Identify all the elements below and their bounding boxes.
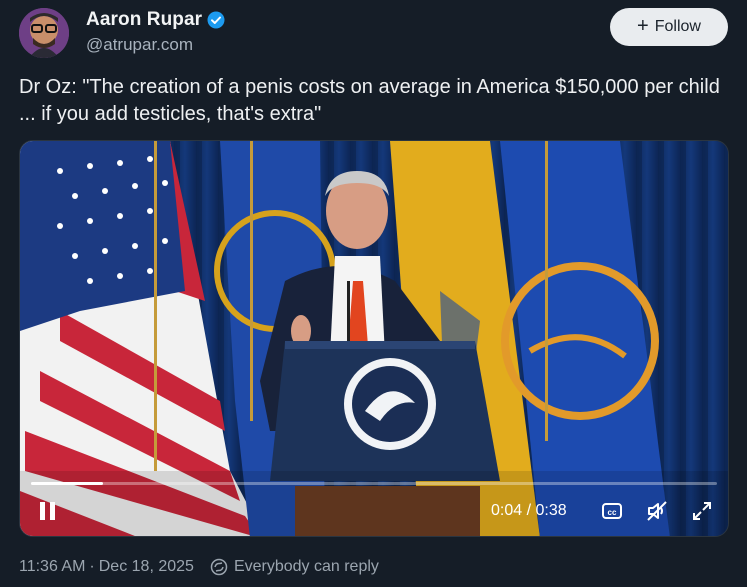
author-display-name[interactable]: Aaron Rupar xyxy=(86,9,202,31)
video-time-display: 0:04 / 0:38 xyxy=(491,502,567,519)
video-frame xyxy=(20,141,728,536)
post-date[interactable]: Dec 18, 2025 xyxy=(99,558,194,576)
post-header: Aaron Rupar @atrupar.com + Follow xyxy=(19,8,739,62)
svg-text:cc: cc xyxy=(608,508,617,517)
video-player[interactable]: 0:04 / 0:38 cc xyxy=(19,140,729,537)
follow-button[interactable]: + Follow xyxy=(610,8,728,46)
avatar[interactable] xyxy=(19,8,69,58)
video-progress-bar[interactable] xyxy=(31,482,717,485)
pause-icon[interactable] xyxy=(37,499,59,523)
fullscreen-icon[interactable] xyxy=(690,499,714,523)
footer-separator: · xyxy=(89,558,95,575)
video-progress-fill xyxy=(31,482,104,485)
mute-icon[interactable] xyxy=(645,499,669,523)
verified-badge-icon xyxy=(207,11,225,29)
post-time[interactable]: 11:36 AM xyxy=(19,558,85,576)
plus-icon: + xyxy=(637,15,649,37)
closed-captions-icon[interactable]: cc xyxy=(601,500,623,522)
post-footer: 11:36 AM · Dec 18, 2025 Everybody can re… xyxy=(19,558,379,576)
author-handle[interactable]: @atrupar.com xyxy=(86,35,225,55)
follow-button-label: Follow xyxy=(654,18,701,35)
reply-setting-icon xyxy=(210,558,228,576)
post-text: Dr Oz: "The creation of a penis costs on… xyxy=(19,76,720,125)
author-info: Aaron Rupar @atrupar.com xyxy=(86,8,225,55)
reply-setting-label: Everybody can reply xyxy=(233,558,379,575)
